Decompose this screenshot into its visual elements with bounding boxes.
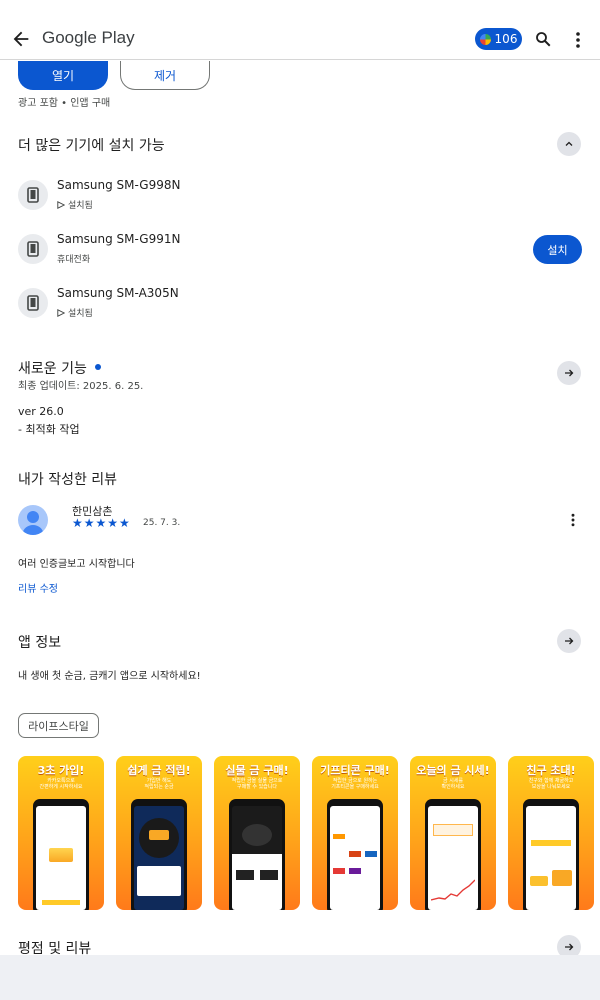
- device-status-text: 휴대전화: [57, 255, 91, 265]
- back-arrow-icon[interactable]: [10, 26, 32, 52]
- release-note: - 최적화 작업: [18, 423, 80, 436]
- device-name: Samsung SM-G998N: [57, 178, 181, 192]
- my-review-title: 내가 작성한 리뷰: [18, 472, 118, 488]
- app-info-arrow-button[interactable]: [557, 629, 581, 653]
- more-devices-title: 더 많은 기기에 설치 가능: [18, 138, 165, 154]
- phone-screen: [526, 806, 576, 910]
- screenshot-subtitle: 친구와 함께 채굴하고 보상을 나눠보세요: [528, 778, 574, 790]
- install-button[interactable]: 설치: [533, 235, 582, 264]
- play-points-badge[interactable]: 106: [475, 28, 522, 50]
- screenshot-subtitle: 적립한 금으로 원하는 기프티콘을 구매하세요: [331, 778, 379, 790]
- arrow-right-icon: [565, 943, 574, 951]
- edit-review-link[interactable]: 리뷰 수정: [18, 580, 58, 595]
- review-more-icon[interactable]: [566, 512, 580, 528]
- play-points-count: 106: [494, 32, 518, 46]
- screenshot-caption: 실물 금 구매!: [225, 764, 289, 777]
- screenshot-card[interactable]: 쉽게 금 적립! 가입만 해도 적립되는 순금: [116, 756, 202, 910]
- new-indicator-dot: [94, 364, 101, 370]
- installed-icon: [57, 200, 65, 209]
- phone-screen: [428, 806, 478, 910]
- screenshot-card[interactable]: 기프티콘 구매! 적립한 금으로 원하는 기프티콘을 구매하세요: [312, 756, 398, 910]
- screenshot-caption: 기프티콘 구매!: [320, 764, 390, 777]
- avatar: [18, 505, 48, 535]
- phone-mockup: [425, 799, 481, 910]
- collapse-button[interactable]: [557, 132, 581, 156]
- device-status: 휴대전화: [57, 252, 90, 265]
- device-item: Samsung SM-G991N 휴대전화: [18, 232, 588, 268]
- phone-screen: [134, 806, 184, 910]
- whats-new-title[interactable]: 새로운 기능: [18, 358, 101, 378]
- category-chip[interactable]: 라이프스타일: [18, 713, 99, 738]
- phone-mockup: [229, 799, 285, 910]
- arrow-right-icon: [565, 637, 574, 645]
- phone-icon: [18, 288, 48, 318]
- screenshot-subtitle: 카카오톡으로 간편하게 시작하세요: [39, 778, 83, 790]
- screenshot-caption: 3초 가입!: [37, 764, 85, 777]
- device-status-text: 설치됨: [68, 201, 93, 211]
- phone-screen: [36, 806, 86, 910]
- ads-and-iap-note: 광고 포함 • 인앱 구매: [18, 98, 111, 109]
- phone-mockup: [523, 799, 579, 910]
- app-description: 내 생애 첫 순금, 금캐기 앱으로 시작하세요!: [18, 671, 201, 682]
- last-updated: 최종 업데이트: 2025. 6. 25.: [18, 381, 144, 392]
- phone-screen: [330, 806, 380, 910]
- version-text: ver 26.0: [18, 405, 64, 418]
- top-app-bar: Google Play 106: [0, 0, 600, 60]
- phone-mockup: [327, 799, 383, 910]
- whats-new-arrow-button[interactable]: [557, 361, 581, 385]
- device-name: Samsung SM-A305N: [57, 286, 179, 300]
- screenshot-card[interactable]: 실물 금 구매! 적립한 금을 실물 금으로 구매할 수 있습니다: [214, 756, 300, 910]
- phone-mockup: [131, 799, 187, 910]
- device-item: Samsung SM-G998N 설치됨: [18, 178, 588, 214]
- bottom-navigation-area: [0, 955, 600, 1000]
- phone-screen: [232, 806, 282, 910]
- star-rating: ★★★★★: [72, 516, 131, 530]
- device-item: Samsung SM-A305N 설치됨: [18, 286, 588, 322]
- screenshot-carousel[interactable]: 3초 가입! 카카오톡으로 간편하게 시작하세요 쉽게 금 적립! 가입만 해도…: [18, 756, 600, 910]
- device-status-text: 설치됨: [68, 309, 93, 319]
- more-options-icon[interactable]: [570, 30, 586, 50]
- device-name: Samsung SM-G991N: [57, 232, 181, 246]
- screenshot-caption: 친구 초대!: [526, 764, 576, 777]
- screenshot-card[interactable]: 친구 초대! 친구와 함께 채굴하고 보상을 나눠보세요: [508, 756, 594, 910]
- screenshot-subtitle: 금 시세를 확인하세요: [441, 778, 465, 790]
- open-button[interactable]: 열기: [18, 61, 108, 90]
- phone-mockup: [33, 799, 89, 910]
- phone-icon: [18, 234, 48, 264]
- play-points-icon: [479, 33, 491, 45]
- screenshot-subtitle: 적립한 금을 실물 금으로 구매할 수 있습니다: [231, 778, 283, 790]
- arrow-right-icon: [565, 369, 574, 377]
- app-info-title[interactable]: 앱 정보: [18, 632, 61, 652]
- installed-icon: [57, 308, 65, 317]
- chevron-up-icon: [565, 141, 573, 146]
- phone-icon: [18, 180, 48, 210]
- app-store-title: Google Play: [42, 28, 135, 47]
- screenshot-card[interactable]: 오늘의 금 시세! 금 시세를 확인하세요: [410, 756, 496, 910]
- screenshot-subtitle: 가입만 해도 적립되는 순금: [144, 778, 174, 790]
- review-date: 25. 7. 3.: [143, 518, 181, 528]
- review-text: 여러 인증글보고 시작합니다: [18, 559, 135, 570]
- screenshot-card[interactable]: 3초 가입! 카카오톡으로 간편하게 시작하세요: [18, 756, 104, 910]
- device-status: 설치됨: [57, 198, 93, 211]
- screenshot-caption: 오늘의 금 시세!: [416, 764, 490, 777]
- search-icon[interactable]: [534, 30, 552, 48]
- screenshot-caption: 쉽게 금 적립!: [127, 764, 191, 777]
- device-status: 설치됨: [57, 306, 93, 319]
- person-icon: [22, 511, 44, 535]
- whats-new-title-text: 새로운 기능: [18, 361, 87, 377]
- uninstall-button[interactable]: 제거: [120, 61, 210, 90]
